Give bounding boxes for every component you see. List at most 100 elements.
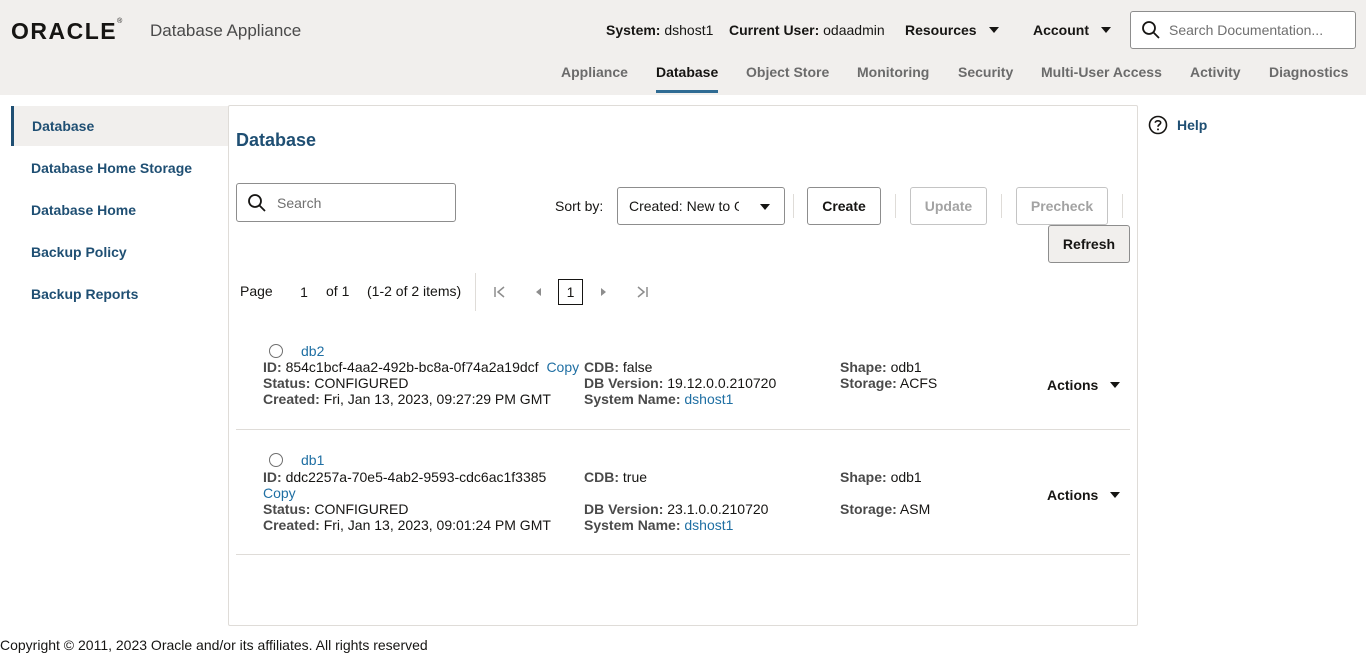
system-label: System: <box>606 22 661 38</box>
help-icon <box>1148 115 1168 135</box>
database-search-input[interactable] <box>277 194 437 211</box>
chevron-down-icon <box>760 204 770 210</box>
system-name-label: System Name: <box>584 517 681 533</box>
create-button[interactable]: Create <box>807 187 881 225</box>
pager-of-label: of 1 <box>326 283 350 299</box>
resources-label: Resources <box>905 22 977 38</box>
logo-text: ORACLE <box>11 18 118 44</box>
actions-menu-button[interactable]: Actions <box>1047 487 1121 503</box>
copy-id-link[interactable]: Copy <box>263 485 296 501</box>
account-menu[interactable]: Account <box>1033 22 1111 38</box>
next-page-icon[interactable] <box>596 285 610 299</box>
storage-label: Storage: <box>840 501 897 517</box>
system-name-link[interactable]: dshost1 <box>684 391 733 407</box>
database-version: DB Version: 23.1.0.0.210720 <box>584 501 768 517</box>
last-page-icon[interactable] <box>635 285 649 299</box>
select-radio[interactable] <box>269 453 283 467</box>
system-name-label: System Name: <box>584 391 681 407</box>
system-name-link[interactable]: dshost1 <box>684 517 733 533</box>
id-label: ID: <box>263 359 282 375</box>
oracle-logo[interactable]: ORACLE® <box>11 18 124 45</box>
pager-page-input[interactable]: 1 <box>291 280 317 304</box>
toolbar-divider <box>1001 194 1002 218</box>
current-user-label: Current User: <box>729 22 820 38</box>
pager-items-label: (1-2 of 2 items) <box>367 283 462 299</box>
first-page-icon[interactable] <box>493 285 507 299</box>
tab-multi-user-access[interactable]: Multi-User Access <box>1041 64 1162 80</box>
db-version-label: DB Version: <box>584 375 664 391</box>
tab-security[interactable]: Security <box>958 64 1013 80</box>
select-radio[interactable] <box>269 344 283 358</box>
copy-id-link[interactable]: Copy <box>546 359 579 375</box>
storage-value: ACFS <box>899 375 938 391</box>
sidebar-item-database-home[interactable]: Database Home <box>11 190 228 230</box>
system-value: dshost1 <box>664 22 714 38</box>
app-name: Database Appliance <box>150 21 302 40</box>
update-button[interactable]: Update <box>910 187 987 225</box>
help-label: Help <box>1177 117 1208 133</box>
system-info: System: dshost1 <box>606 22 713 38</box>
database-name-link[interactable]: db2 <box>301 343 324 359</box>
database-storage: Storage: ASM <box>840 501 930 517</box>
current-user-value: odaadmin <box>823 22 885 38</box>
top-bar: ORACLE® Database Appliance System: dshos… <box>0 0 1366 95</box>
cdb-value: false <box>622 359 653 375</box>
database-search-field[interactable] <box>236 183 456 222</box>
page-number-button[interactable]: 1 <box>558 279 583 305</box>
created-value: Fri, Jan 13, 2023, 09:27:29 PM GMT <box>323 391 551 407</box>
pager-page-label: Page <box>240 283 273 299</box>
database-created: Created: Fri, Jan 13, 2023, 09:01:24 PM … <box>263 517 551 533</box>
tab-activity[interactable]: Activity <box>1190 64 1241 80</box>
previous-page-icon[interactable] <box>532 285 546 299</box>
sidebar-item-database-home-storage[interactable]: Database Home Storage <box>11 148 228 188</box>
tab-database[interactable]: Database <box>656 64 719 93</box>
help-link[interactable]: Help <box>1148 115 1207 135</box>
tab-object-store[interactable]: Object Store <box>746 64 829 80</box>
database-name-link[interactable]: db1 <box>301 452 324 468</box>
current-user-info: Current User: odaadmin <box>729 22 885 38</box>
status-value: CONFIGURED <box>314 501 409 517</box>
shape-label: Shape: <box>840 469 887 485</box>
search-icon <box>248 193 266 212</box>
toolbar-divider <box>895 194 896 218</box>
storage-value: ASM <box>899 501 931 517</box>
sidebar-item-database[interactable]: Database <box>11 106 228 146</box>
trademark-mark: ® <box>117 18 124 25</box>
account-label: Account <box>1033 22 1089 38</box>
actions-menu-button[interactable]: Actions <box>1047 377 1121 393</box>
precheck-button[interactable]: Precheck <box>1016 187 1108 225</box>
db-version-value: 23.1.0.0.210720 <box>667 501 769 517</box>
database-storage: Storage: ACFS <box>840 375 937 391</box>
tab-appliance[interactable]: Appliance <box>561 64 628 80</box>
sort-by-select[interactable]: Created: New to Old <box>617 187 785 225</box>
search-documentation-input[interactable] <box>1169 22 1339 38</box>
refresh-button[interactable]: Refresh <box>1048 225 1130 263</box>
sort-by-value: Created: New to Old <box>629 198 739 214</box>
pager-divider <box>475 273 476 311</box>
resources-menu[interactable]: Resources <box>905 22 999 38</box>
database-version: DB Version: 19.12.0.0.210720 <box>584 375 776 391</box>
tab-diagnostics[interactable]: Diagnostics <box>1269 64 1348 80</box>
id-label: ID: <box>263 469 282 485</box>
database-system-name: System Name: dshost1 <box>584 517 733 533</box>
storage-label: Storage: <box>840 375 897 391</box>
list-item: db1 ID: ddc2257a-70e5-4ab2-9593-cdc6ac1f… <box>236 430 1130 555</box>
sort-by-label: Sort by: <box>555 198 604 214</box>
database-status: Status: CONFIGURED <box>263 501 408 517</box>
chevron-down-icon <box>988 27 999 33</box>
created-label: Created: <box>263 517 320 533</box>
db-version-label: DB Version: <box>584 501 664 517</box>
search-icon <box>1142 21 1160 39</box>
tab-monitoring[interactable]: Monitoring <box>857 64 929 80</box>
actions-label: Actions <box>1047 487 1099 503</box>
db-version-value: 19.12.0.0.210720 <box>667 375 777 391</box>
sidebar-item-backup-policy[interactable]: Backup Policy <box>11 232 228 272</box>
database-created: Created: Fri, Jan 13, 2023, 09:27:29 PM … <box>263 391 551 407</box>
sidebar-item-backup-reports[interactable]: Backup Reports <box>11 274 228 314</box>
status-value: CONFIGURED <box>314 375 409 391</box>
shape-label: Shape: <box>840 359 887 375</box>
search-documentation-field[interactable] <box>1130 11 1356 49</box>
database-status: Status: CONFIGURED <box>263 375 408 391</box>
actions-label: Actions <box>1047 377 1099 393</box>
id-value: 854c1bcf-4aa2-492b-bc8a-0f74a2a19dcf <box>285 359 539 375</box>
